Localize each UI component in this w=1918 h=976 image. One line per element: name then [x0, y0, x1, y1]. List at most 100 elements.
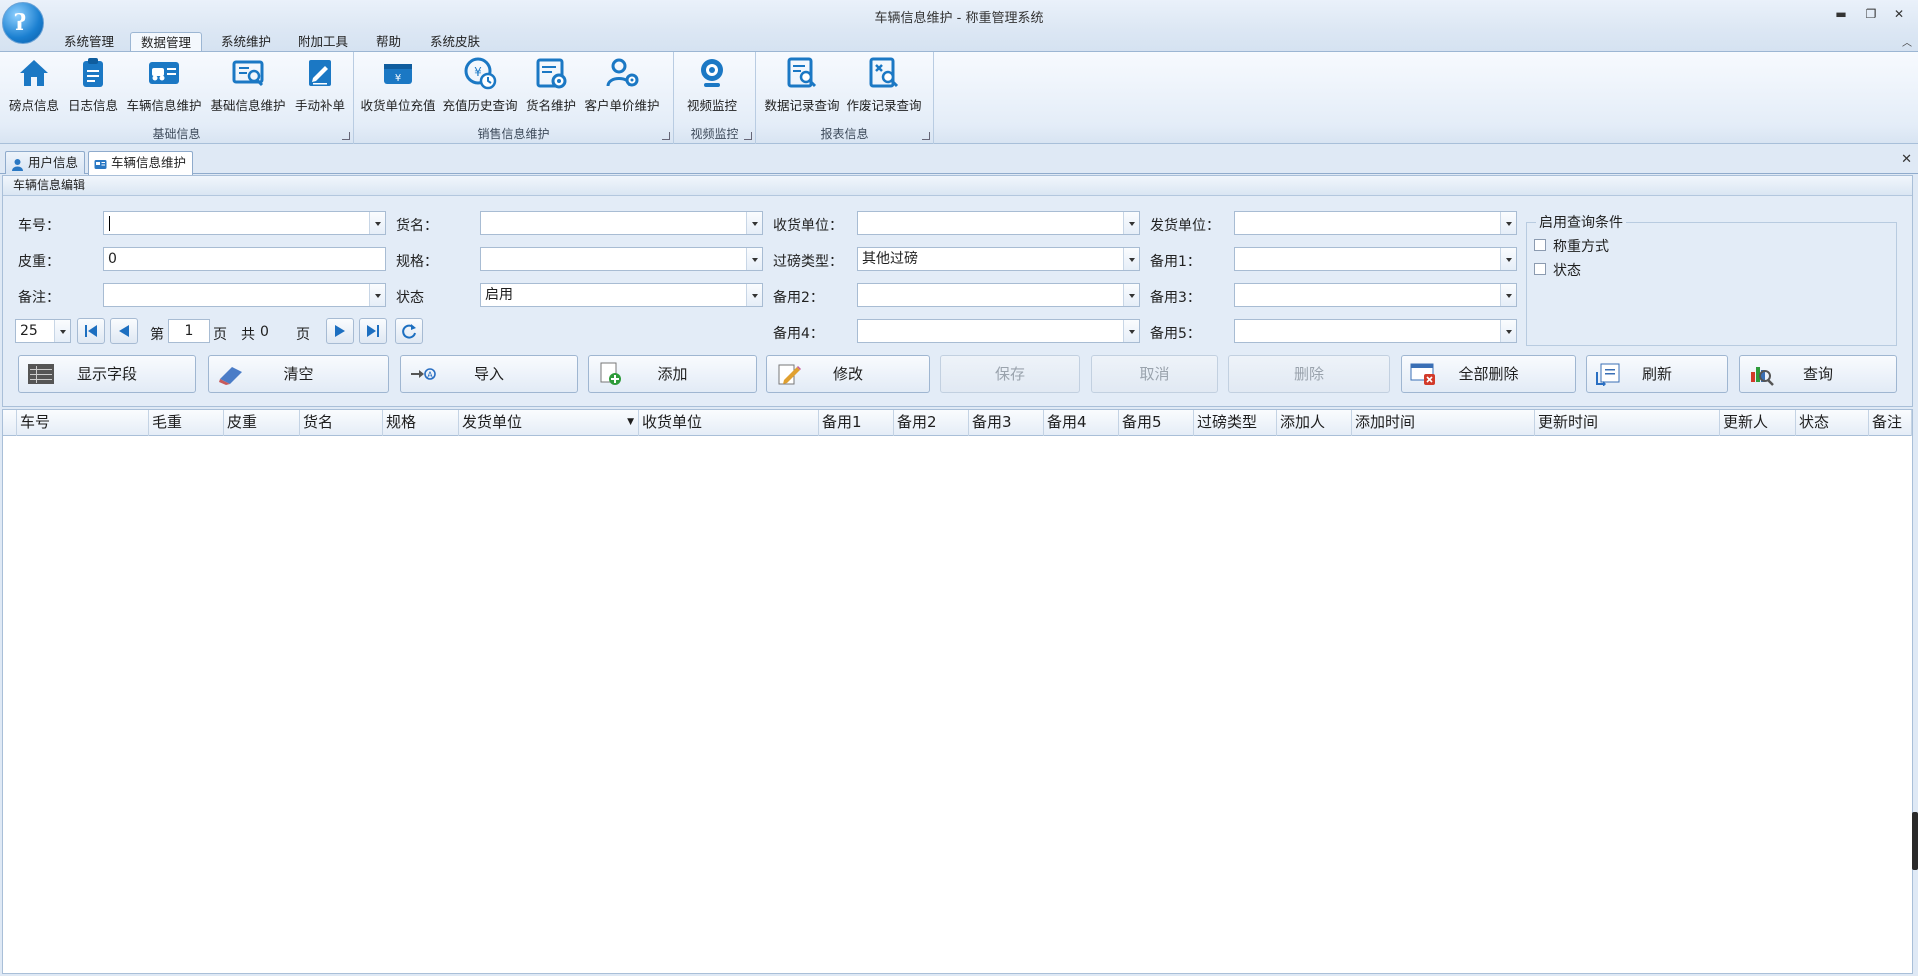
receiver-select[interactable]: [857, 211, 1140, 235]
column-header-spare3[interactable]: 备用3: [969, 410, 1044, 436]
column-header-updated-time[interactable]: 更新时间: [1535, 410, 1720, 436]
chevron-down-icon[interactable]: [1500, 212, 1516, 234]
close-icon[interactable]: ✕: [1890, 6, 1908, 22]
column-header-tare-weight[interactable]: 皮重: [224, 410, 300, 436]
column-header-spare4[interactable]: 备用4: [1044, 410, 1119, 436]
chevron-down-icon[interactable]: [746, 284, 762, 306]
chevron-down-icon[interactable]: [369, 212, 385, 234]
menu-tab-system-management[interactable]: 系统管理: [54, 32, 124, 52]
menu-tab-data-management[interactable]: 数据管理: [130, 32, 203, 52]
status-select[interactable]: 启用: [480, 283, 763, 307]
group-launcher-icon[interactable]: [922, 132, 930, 140]
reload-page-button[interactable]: [395, 318, 423, 344]
spare3-select[interactable]: [1234, 283, 1517, 307]
column-header-updated-by[interactable]: 更新人: [1720, 410, 1796, 436]
column-header-spare1[interactable]: 备用1: [819, 410, 894, 436]
clear-button[interactable]: 清空: [208, 355, 389, 393]
ribbon-button-manual-order[interactable]: 手动补单: [292, 56, 348, 118]
ribbon-button-void-records[interactable]: 作废记录查询: [846, 56, 922, 118]
scroll-handle[interactable]: [1912, 812, 1918, 870]
ribbon-button-video-monitor[interactable]: 视频监控: [684, 56, 740, 118]
refresh-button[interactable]: 刷新: [1586, 355, 1728, 393]
chevron-down-icon[interactable]: [1500, 320, 1516, 342]
group-launcher-icon[interactable]: [662, 132, 670, 140]
menu-tab-help[interactable]: 帮助: [366, 32, 411, 52]
ribbon-button-log-info[interactable]: 日志信息: [66, 56, 120, 118]
cancel-button[interactable]: 取消: [1091, 355, 1218, 393]
import-button[interactable]: A 导入: [400, 355, 578, 393]
close-tab-icon[interactable]: ✕: [1901, 152, 1912, 167]
ribbon-button-goods-maintenance[interactable]: 货名维护: [524, 56, 578, 118]
chevron-down-icon[interactable]: [746, 248, 762, 270]
chevron-down-icon[interactable]: [369, 284, 385, 306]
minimize-icon[interactable]: ▬: [1832, 6, 1850, 22]
column-header-weigh-type[interactable]: 过磅类型: [1194, 410, 1277, 436]
menu-tab-system-skin[interactable]: 系统皮肤: [420, 32, 490, 52]
chevron-down-icon[interactable]: [1500, 248, 1516, 270]
sender-select[interactable]: [1234, 211, 1517, 235]
column-header-added-by[interactable]: 添加人: [1277, 410, 1352, 436]
column-header-status[interactable]: 状态: [1796, 410, 1869, 436]
menu-tab-addon-tools[interactable]: 附加工具: [288, 32, 358, 52]
chevron-down-icon[interactable]: [54, 320, 70, 342]
delete-all-button[interactable]: 全部删除: [1401, 355, 1576, 393]
group-launcher-icon[interactable]: [342, 132, 350, 140]
last-page-button[interactable]: [359, 318, 387, 344]
ribbon-button-data-records[interactable]: 数据记录查询: [764, 56, 840, 118]
tare-input[interactable]: 0: [103, 247, 386, 271]
query-button[interactable]: 查询: [1739, 355, 1897, 393]
doc-tab-user-info[interactable]: 用户信息: [5, 151, 86, 174]
remark-select[interactable]: [103, 283, 386, 307]
column-header-plate[interactable]: 车号: [17, 410, 149, 436]
ribbon-button-customer-price[interactable]: 客户单价维护: [582, 56, 662, 118]
weigh-type-select[interactable]: 其他过磅: [857, 247, 1140, 271]
save-button[interactable]: 保存: [940, 355, 1080, 393]
ribbon-button-recharge-history[interactable]: ¥ 充值历史查询: [442, 56, 518, 118]
restore-icon[interactable]: ❐: [1862, 6, 1880, 22]
plate-input[interactable]: [103, 211, 386, 235]
status-checkbox[interactable]: [1534, 263, 1546, 275]
spare1-select[interactable]: [1234, 247, 1517, 271]
edit-button[interactable]: 修改: [766, 355, 930, 393]
menu-tab-system-maintenance[interactable]: 系统维护: [211, 32, 281, 52]
column-header-gross-weight[interactable]: 毛重: [149, 410, 224, 436]
column-header-remark[interactable]: 备注: [1869, 410, 1912, 436]
column-header-goods[interactable]: 货名: [300, 410, 383, 436]
chevron-down-icon[interactable]: [1123, 284, 1139, 306]
spare4-select[interactable]: [857, 319, 1140, 343]
chevron-down-icon[interactable]: [1123, 212, 1139, 234]
app-logo[interactable]: ʔ: [2, 2, 44, 44]
filter-icon[interactable]: ▼: [627, 410, 634, 435]
page-size-select[interactable]: 25: [15, 319, 71, 343]
prev-page-button[interactable]: [110, 318, 138, 344]
total-prefix: 共: [241, 327, 255, 343]
next-page-button[interactable]: [326, 318, 354, 344]
column-header-spec[interactable]: 规格: [383, 410, 459, 436]
column-header-added-time[interactable]: 添加时间: [1352, 410, 1535, 436]
chevron-down-icon[interactable]: [1123, 320, 1139, 342]
add-button[interactable]: 添加: [588, 355, 757, 393]
ribbon-button-receiver-recharge[interactable]: ¥ 收货单位充值: [360, 56, 436, 118]
ribbon-button-weighbridge-info[interactable]: 磅点信息: [6, 56, 62, 118]
ribbon-collapse-icon[interactable]: ︿: [1902, 34, 1912, 49]
chevron-down-icon[interactable]: [1500, 284, 1516, 306]
group-launcher-icon[interactable]: [744, 132, 752, 140]
chevron-down-icon[interactable]: [1123, 248, 1139, 270]
first-page-button[interactable]: [77, 318, 105, 344]
column-header-receiver[interactable]: 收货单位: [639, 410, 819, 436]
weigh-method-checkbox[interactable]: [1534, 239, 1546, 251]
spare2-select[interactable]: [857, 283, 1140, 307]
column-header-sender[interactable]: 发货单位 ▼: [459, 410, 639, 436]
ribbon-button-base-info[interactable]: 基础信息维护: [208, 56, 288, 118]
spec-select[interactable]: [480, 247, 763, 271]
show-fields-button[interactable]: 显示字段: [18, 355, 196, 393]
chevron-down-icon[interactable]: [746, 212, 762, 234]
column-header-spare2[interactable]: 备用2: [894, 410, 969, 436]
ribbon-button-vehicle-info[interactable]: 车辆信息维护: [124, 56, 204, 118]
page-number-input[interactable]: 1: [168, 319, 210, 343]
delete-button[interactable]: 删除: [1228, 355, 1390, 393]
column-header-spare5[interactable]: 备用5: [1119, 410, 1194, 436]
spare5-select[interactable]: [1234, 319, 1517, 343]
goods-select[interactable]: [480, 211, 763, 235]
doc-tab-vehicle-info[interactable]: 车辆信息维护: [88, 151, 194, 175]
